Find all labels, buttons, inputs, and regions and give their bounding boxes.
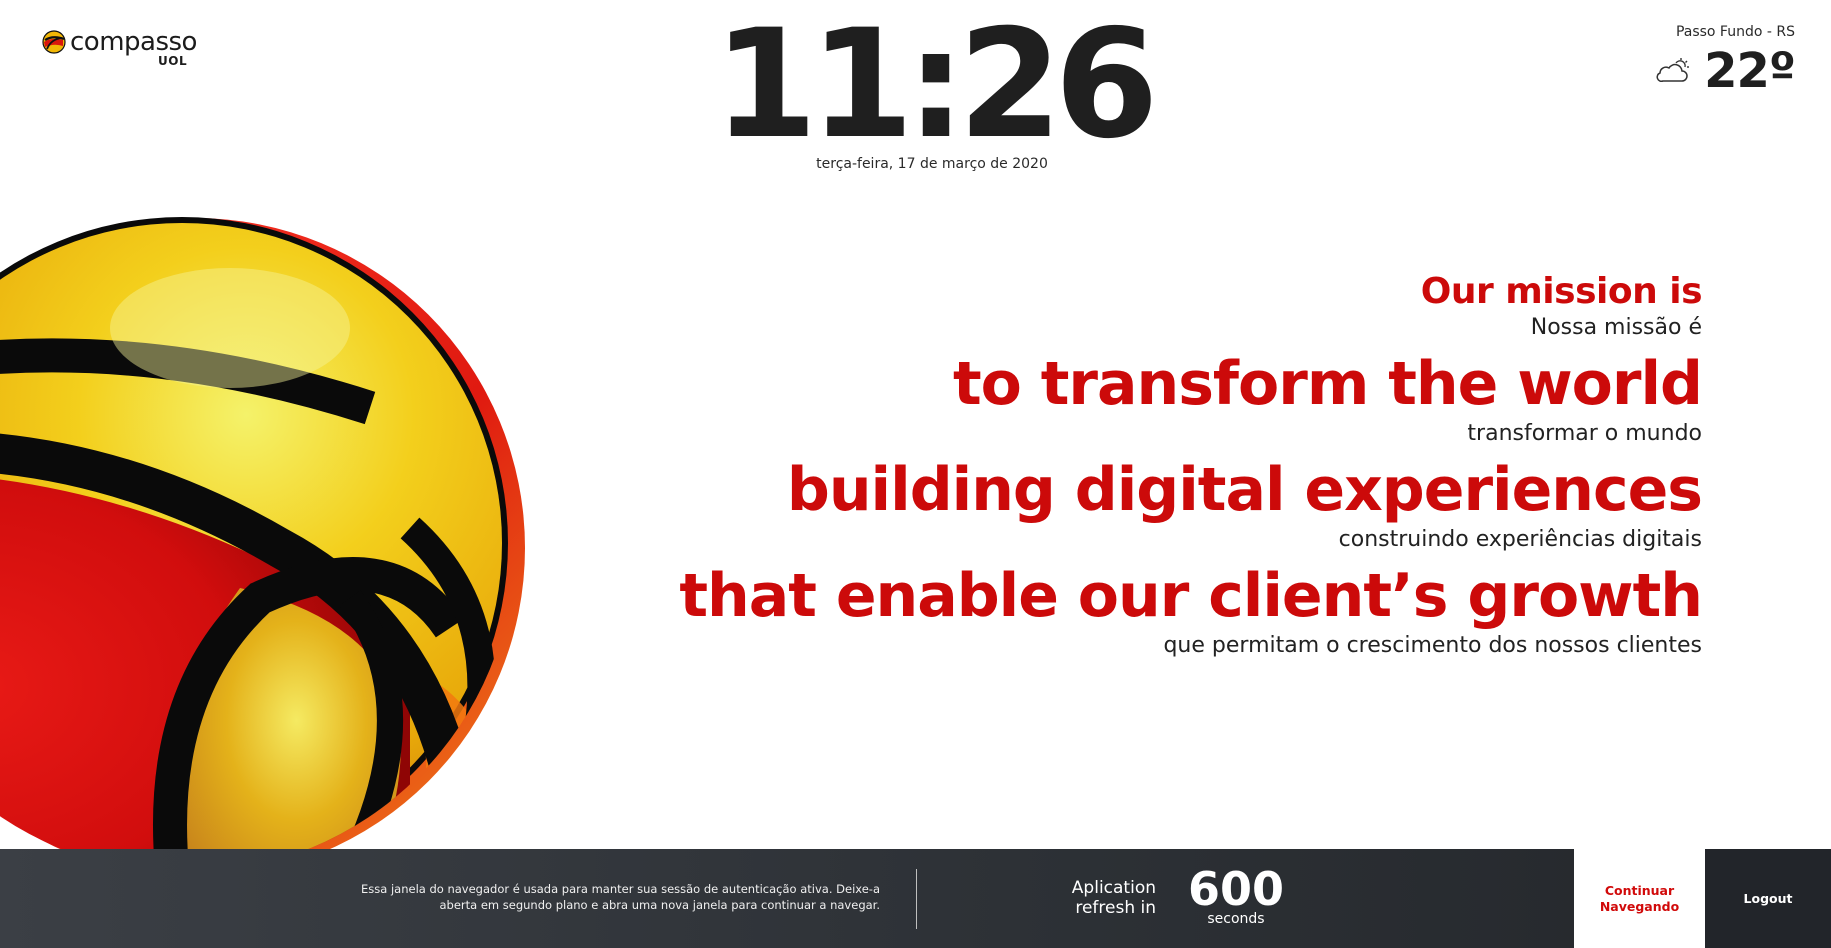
refresh-label: Aplication refresh in (1071, 878, 1156, 918)
logo-uol-label: UOL (158, 54, 188, 68)
mission-line-pt: construindo experiências digitais (1338, 527, 1702, 552)
clock-date: terça-feira, 17 de março de 2020 (816, 156, 1048, 172)
cloudy-sun-icon (1656, 58, 1690, 83)
mission-line-pt: transformar o mundo (1467, 421, 1702, 446)
refresh-countdown: 600 (1187, 862, 1285, 916)
mission-line-en: Our mission is (1420, 271, 1703, 312)
refresh-unit: seconds (1207, 911, 1265, 927)
mission-line-en: to transform the world (952, 349, 1703, 419)
weather-widget: 22º (1656, 43, 1796, 99)
mission-line-pt: que permitam o crescimento dos nossos cl… (1163, 633, 1702, 658)
mission-line-pt: Nossa missão é (1530, 315, 1702, 340)
continue-browsing-button[interactable]: Continuar Navegando (1574, 849, 1705, 948)
uol-sphere-graphic (0, 217, 525, 878)
footer-bar: Essa janela do navegador é usada para ma… (0, 849, 1831, 948)
logout-button[interactable]: Logout (1705, 849, 1831, 948)
weather-city: Passo Fundo - RS (1675, 24, 1795, 40)
temperature-value: 22º (1704, 43, 1796, 99)
compasso-logo: compasso UOL (40, 26, 200, 68)
mission-line-en: building digital experiences (786, 455, 1703, 525)
uol-ball-icon (42, 30, 66, 54)
session-notice: Essa janela do navegador é usada para ma… (361, 882, 880, 912)
footer-divider (916, 869, 917, 929)
dashboard-screen: compasso UOL 11:26 terça-feira, 17 de ma… (0, 0, 1831, 948)
mission-statement: Our mission is Nossa missão é to transfo… (602, 270, 1703, 666)
clock-time: 11:26 (713, 0, 1158, 172)
mission-line-en: that enable our client’s growth (679, 561, 1703, 631)
